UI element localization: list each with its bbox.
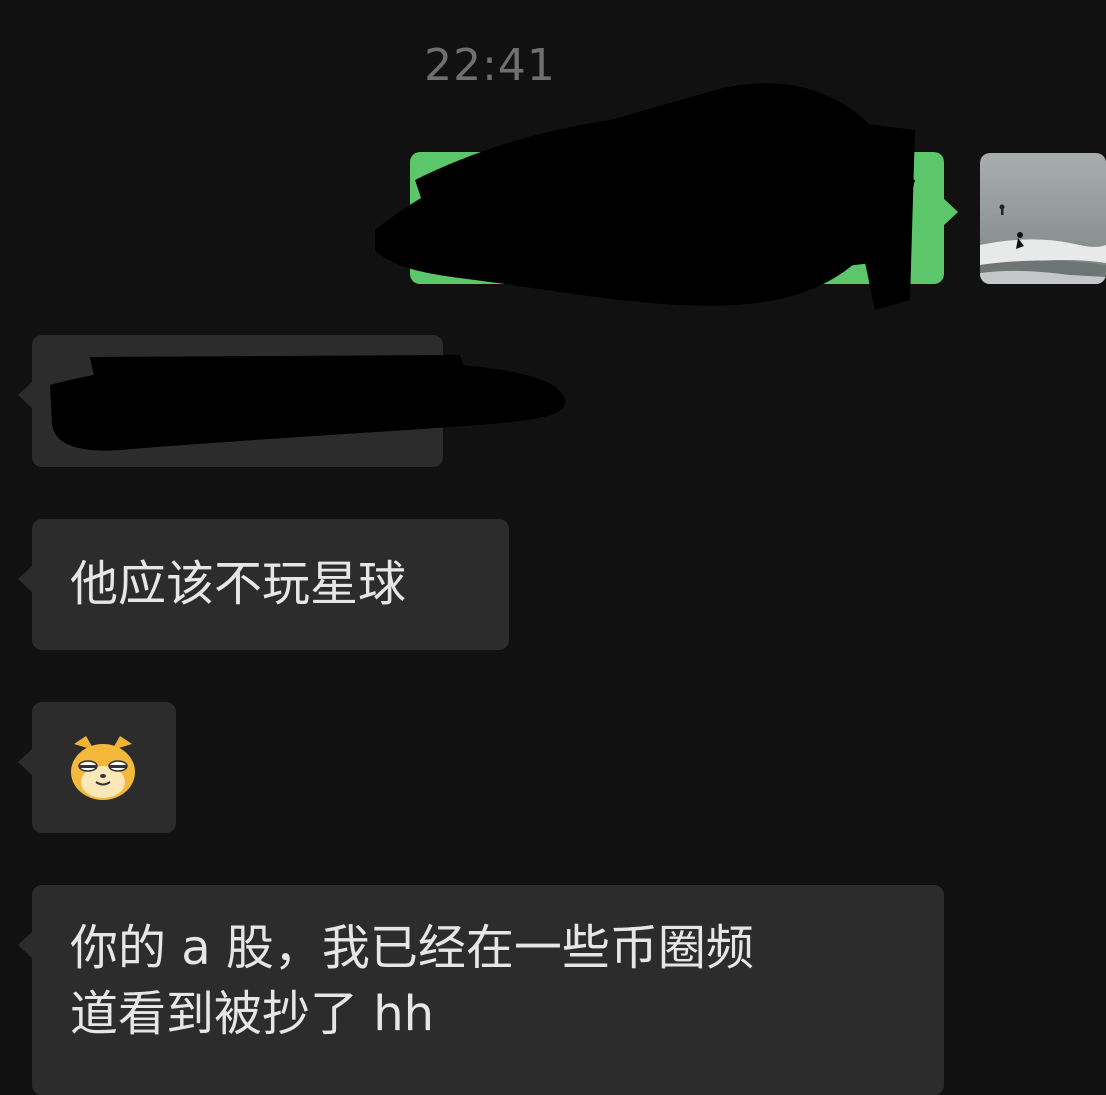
incoming-message-bubble[interactable]: 你的 a 股，我已经在一些币圈频 道看到被抄了 hh	[18, 885, 944, 1095]
surfing-photo-icon	[980, 153, 1106, 284]
redaction-scribble	[50, 355, 566, 451]
redaction-scribble	[375, 83, 915, 310]
message-text: 你的 a 股，我已经在一些币圈频 道看到被抄了 hh	[70, 920, 754, 1042]
incoming-message-bubble[interactable]: 他应该不玩星球	[18, 519, 509, 650]
message-text: 他应该不玩星球	[70, 556, 407, 612]
user-avatar[interactable]	[980, 153, 1106, 284]
incoming-emoji-bubble[interactable]	[18, 702, 176, 833]
doge-cat-emoji-icon	[71, 736, 135, 800]
